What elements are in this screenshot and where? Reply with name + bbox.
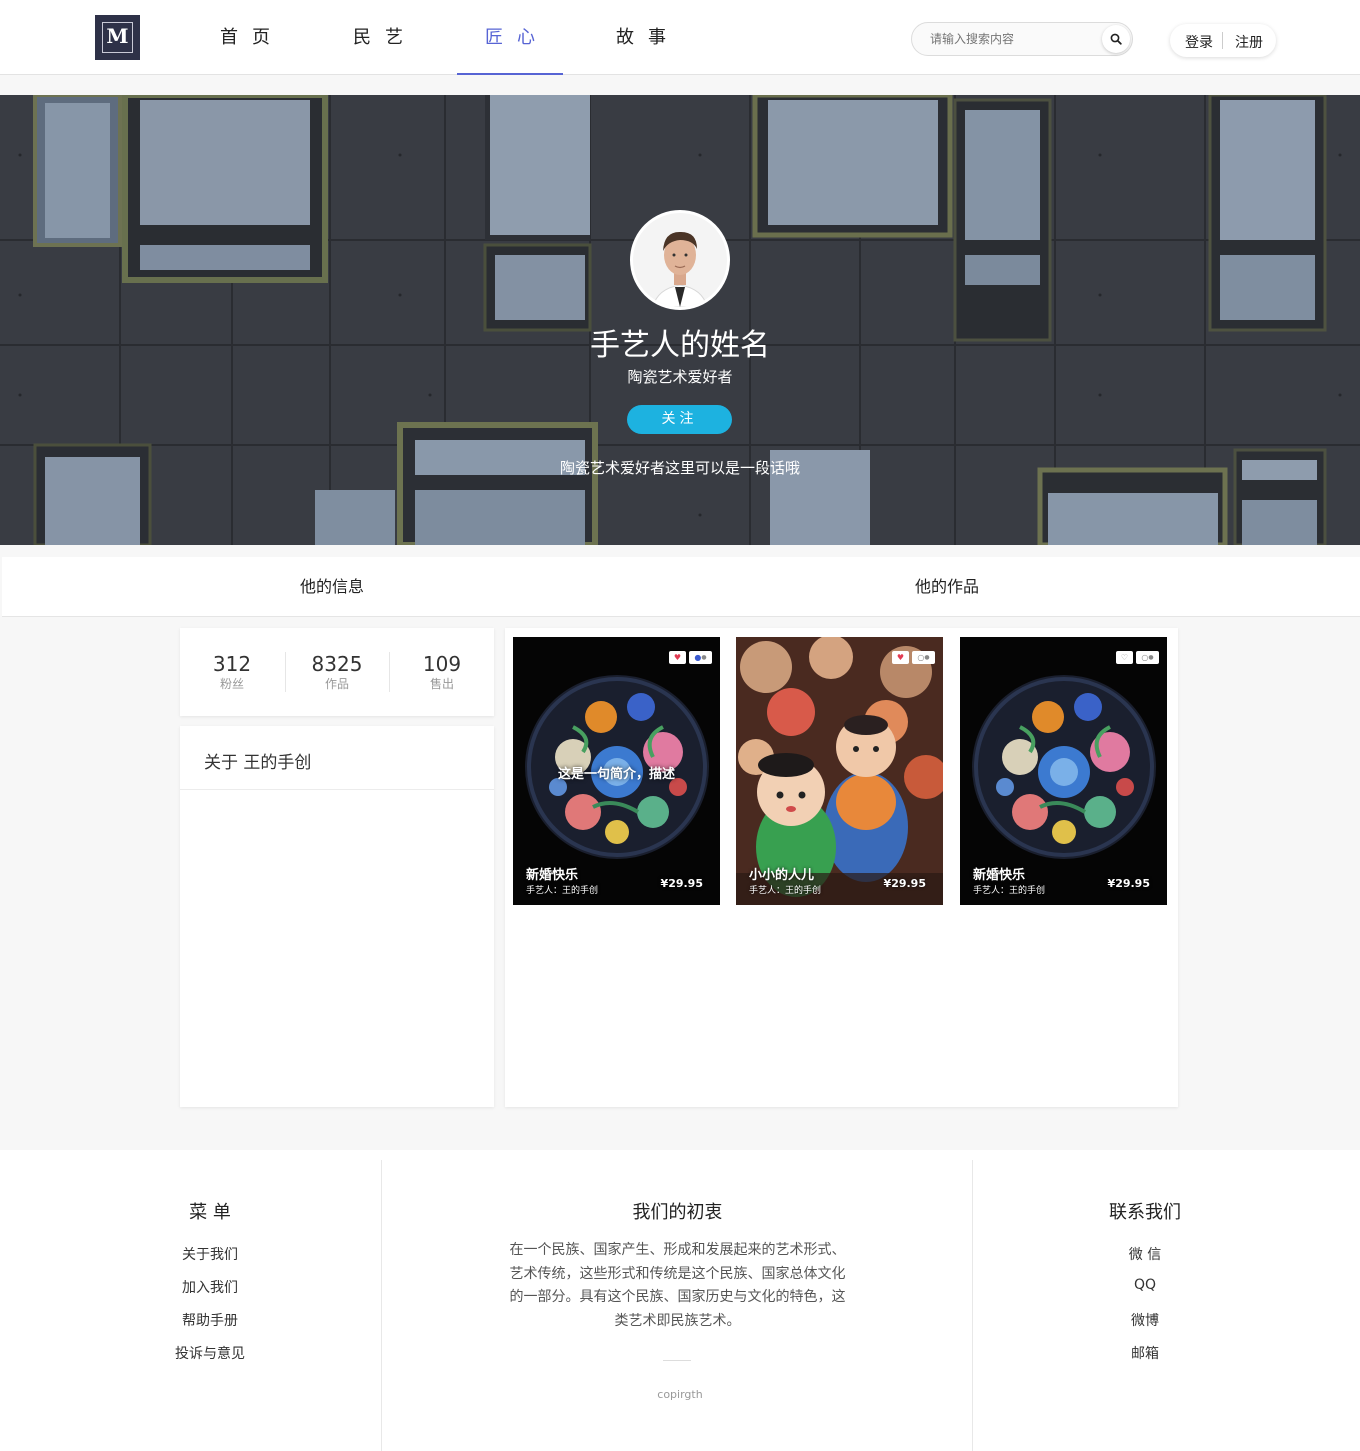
basket-icon[interactable]: ○ ● bbox=[912, 651, 935, 664]
search-button[interactable] bbox=[1102, 25, 1130, 53]
tab-his-works[interactable]: 他的作品 bbox=[915, 557, 979, 617]
card-price: ¥29.95 bbox=[883, 877, 926, 890]
card-title: 新婚快乐 bbox=[973, 868, 1026, 883]
footer-menu-title: 菜 单 bbox=[189, 1202, 231, 1223]
stat-label: 粉丝 bbox=[219, 677, 244, 691]
logo-letter: M bbox=[106, 24, 129, 48]
footer-divider bbox=[972, 1160, 973, 1451]
card-actions: ♥ ○ ● bbox=[892, 651, 935, 664]
craftsman-avatar[interactable] bbox=[630, 210, 730, 310]
footer-mission-text: 在一个民族、国家产生、形成和发展起来的艺术形式、艺术传统，这些形式和传统是这个民… bbox=[509, 1242, 846, 1329]
card-price: ¥29.95 bbox=[1107, 877, 1150, 890]
follow-button[interactable]: 关注 bbox=[627, 405, 732, 434]
footer-link-weibo[interactable]: 微博 bbox=[1085, 1310, 1205, 1330]
footer-link-join[interactable]: 加入我们 bbox=[150, 1277, 270, 1297]
footer-link-wechat[interactable]: 微 信 bbox=[1085, 1244, 1205, 1264]
stat-sold: 109 售出 bbox=[390, 652, 494, 692]
footer-contact-title: 联系我们 bbox=[1109, 1202, 1181, 1223]
avatar-portrait bbox=[633, 213, 727, 307]
card-maker: 手艺人：王的手创 bbox=[973, 886, 1046, 896]
auth-group: 登录 注册 bbox=[1170, 24, 1276, 57]
stat-value: 109 bbox=[422, 652, 462, 676]
about-divider bbox=[180, 789, 494, 790]
stat-label: 售出 bbox=[429, 677, 454, 691]
heart-icon[interactable]: ♥ bbox=[669, 651, 686, 664]
work-card[interactable]: ♥ ● ● 这是一句简介，描述 新婚快乐 手艺人：王的手创 ¥29.95 bbox=[513, 637, 720, 905]
basket-icon[interactable]: ● ● bbox=[689, 651, 712, 664]
card-maker: 手艺人：王的手创 bbox=[749, 886, 822, 896]
search-icon bbox=[1110, 33, 1122, 45]
craftsman-title: 陶瓷艺术爱好者 bbox=[627, 368, 733, 386]
work-card[interactable]: ♥ ○ ● 小小的人儿 手艺人：王的手创 ¥29.95 bbox=[736, 637, 943, 905]
register-link[interactable]: 注册 bbox=[1235, 32, 1263, 52]
nav-home[interactable]: 首页 bbox=[192, 0, 298, 75]
footer-copyright: copirgth bbox=[657, 1388, 703, 1401]
search-box bbox=[911, 22, 1133, 56]
card-description: 这是一句简介，描述 bbox=[557, 767, 675, 782]
nav-craftsman[interactable]: 匠心 bbox=[457, 0, 563, 75]
site-footer: 菜 单 关于我们 加入我们 帮助手册 投诉与意见 我们的初衷 在一个民族、国家产… bbox=[0, 1150, 1360, 1451]
search-input[interactable] bbox=[912, 23, 1097, 55]
about-title: 关于 王的手创 bbox=[204, 753, 312, 773]
stat-value: 312 bbox=[212, 652, 252, 676]
card-title: 新婚快乐 bbox=[526, 868, 579, 883]
craftsman-bio: 陶瓷艺术爱好者这里可以是一段话哦 bbox=[559, 459, 800, 477]
card-maker: 手艺人：王的手创 bbox=[526, 886, 599, 896]
tab-his-info[interactable]: 他的信息 bbox=[300, 557, 364, 617]
stat-works: 8325 作品 bbox=[285, 652, 389, 692]
footer-mission-title: 我们的初衷 bbox=[632, 1202, 723, 1223]
heart-icon[interactable]: ♥ bbox=[892, 651, 909, 664]
stat-label: 作品 bbox=[324, 677, 349, 691]
basket-icon[interactable]: ○ ● bbox=[1136, 651, 1159, 664]
card-price: ¥29.95 bbox=[660, 877, 703, 890]
auth-divider bbox=[1222, 32, 1223, 49]
top-header: M 首页 民艺 匠心 故事 登录 注册 bbox=[0, 0, 1360, 75]
nav-folk-art[interactable]: 民艺 bbox=[325, 0, 431, 75]
profile-tabs: 他的信息 他的作品 bbox=[2, 557, 1360, 617]
footer-link-help[interactable]: 帮助手册 bbox=[150, 1310, 270, 1330]
footer-link-email[interactable]: 邮箱 bbox=[1085, 1343, 1205, 1363]
nav-stories[interactable]: 故事 bbox=[588, 0, 694, 75]
footer-link-feedback[interactable]: 投诉与意见 bbox=[150, 1343, 270, 1363]
stats-card: 312 粉丝 8325 作品 109 售出 bbox=[180, 628, 494, 716]
heart-icon[interactable]: ♡ bbox=[1116, 651, 1133, 664]
stat-value: 8325 bbox=[311, 652, 363, 676]
footer-link-qq[interactable]: QQ bbox=[1085, 1277, 1205, 1293]
craftsman-name: 手艺人的姓名 bbox=[590, 328, 770, 363]
card-title: 小小的人儿 bbox=[749, 868, 815, 883]
works-panel: ♥ ● ● 这是一句简介，描述 新婚快乐 手艺人：王的手创 ¥29.95 ♥ ○… bbox=[505, 628, 1178, 1107]
card-actions: ♥ ● ● bbox=[669, 651, 712, 664]
about-card: 关于 王的手创 bbox=[180, 726, 494, 1107]
site-logo[interactable]: M bbox=[95, 15, 140, 60]
card-actions: ♡ ○ ● bbox=[1116, 651, 1159, 664]
footer-short-divider bbox=[663, 1360, 691, 1361]
work-card[interactable]: ♡ ○ ● 新婚快乐 手艺人：王的手创 ¥29.95 bbox=[960, 637, 1167, 905]
footer-divider bbox=[381, 1160, 382, 1451]
footer-link-about[interactable]: 关于我们 bbox=[150, 1244, 270, 1264]
login-link[interactable]: 登录 bbox=[1185, 32, 1213, 52]
profile-hero: 手艺人的姓名 陶瓷艺术爱好者 关注 陶瓷艺术爱好者这里可以是一段话哦 bbox=[0, 95, 1360, 545]
stat-fans: 312 粉丝 bbox=[180, 652, 284, 692]
